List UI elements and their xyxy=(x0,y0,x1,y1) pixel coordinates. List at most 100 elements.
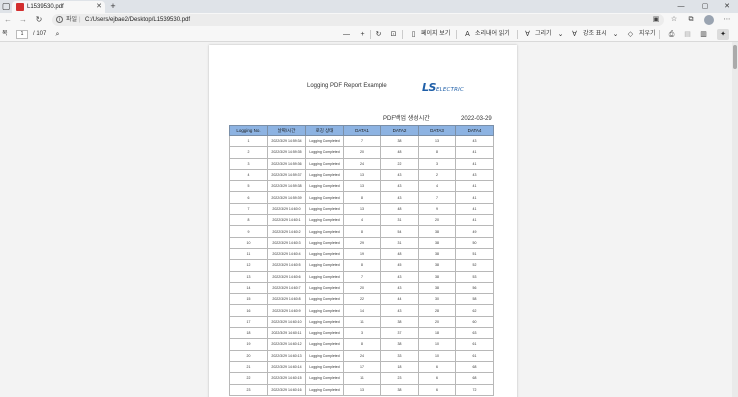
zoom-in-button[interactable]: + xyxy=(357,29,368,40)
read-aloud-icon[interactable]: A xyxy=(462,29,473,40)
cell-data3: 20 xyxy=(418,214,456,227)
cell-data4: 68 xyxy=(455,372,494,385)
read-aloud-button[interactable]: 소리내어 읽기 xyxy=(475,27,510,42)
cell-data1: 4 xyxy=(343,214,381,227)
read-view-icon[interactable]: ▣ xyxy=(650,14,662,26)
cell-data3: 9 xyxy=(418,202,456,216)
collections-icon[interactable]: ⧉ xyxy=(685,14,697,26)
cell-datetime: 2022/3/29 14:59:37 xyxy=(267,168,306,182)
scrollbar-thumb[interactable] xyxy=(733,45,737,69)
cell-data3: 18 xyxy=(418,327,456,340)
cell-status: Logging Completed xyxy=(305,304,344,317)
cell-data3: 38 xyxy=(418,281,456,295)
refresh-button[interactable]: ↻ xyxy=(33,14,45,26)
cell-data4: 56 xyxy=(455,281,494,295)
cell-data4: 52 xyxy=(455,259,494,272)
cell-data2: 33 xyxy=(380,349,419,362)
cell-datetime: 2022/3/29 14:60:9 xyxy=(267,304,306,317)
cell-data1: 24 xyxy=(343,349,381,362)
pin-toolbar-icon[interactable]: ✦ xyxy=(717,29,729,40)
url-text[interactable]: C:/Users/ejbae2/Desktop/L1539530.pdf xyxy=(85,14,190,26)
cell-data1: 8 xyxy=(343,225,381,238)
pdf-file-icon xyxy=(16,3,24,11)
cell-data4: 62 xyxy=(455,304,494,317)
address-bar[interactable]: i 파일 | C:/Users/ejbae2/Desktop/L1539530.… xyxy=(52,14,664,26)
table-row: 20 2022/3/29 14:60:13 Logging Completed 24 3… xyxy=(229,349,494,362)
page-total: / 107 xyxy=(33,31,47,37)
header-data2: DATA2 xyxy=(380,125,419,136)
address-separator: | xyxy=(79,17,81,23)
erase-button[interactable]: 지우기 xyxy=(639,27,656,42)
chevron-down-icon[interactable]: ⌄ xyxy=(610,29,621,40)
report-title: Logging PDF Report Example xyxy=(307,83,387,89)
cell-data4: 41 xyxy=(455,214,494,227)
cell-data3: 3 xyxy=(418,157,456,170)
highlight-button[interactable]: 강조 표시 xyxy=(583,27,607,42)
rotate-icon[interactable]: ↻ xyxy=(373,29,384,40)
close-window-button[interactable]: ✕ xyxy=(716,0,738,13)
vertical-scrollbar[interactable] xyxy=(732,42,738,397)
cell-data1: 19 xyxy=(343,247,381,261)
cell-datetime: 2022/3/29 14:60:8 xyxy=(267,293,306,306)
cell-logging-no: 10 xyxy=(229,236,268,249)
cell-logging-no: 4 xyxy=(229,168,268,182)
fit-page-icon[interactable]: ⊡ xyxy=(388,29,399,40)
more-menu-icon[interactable]: ⋯ xyxy=(721,14,733,26)
table-of-contents-button[interactable]: 목 xyxy=(2,27,8,42)
favorites-star-icon[interactable]: ☆ xyxy=(668,14,680,26)
page-view-icon[interactable]: ▯ xyxy=(408,29,419,40)
cell-status: Logging Completed xyxy=(305,372,344,385)
draw-button[interactable]: 그리기 xyxy=(535,27,552,42)
cell-datetime: 2022/3/29 14:60:7 xyxy=(267,281,306,295)
cell-data3: 8 xyxy=(418,146,456,159)
cell-data4: 41 xyxy=(455,191,494,204)
cell-status: Logging Completed xyxy=(305,247,344,261)
close-tab-icon[interactable]: ✕ xyxy=(96,2,102,12)
window-menu-icon[interactable]: ▢ xyxy=(1,1,11,11)
save-as-icon[interactable]: ▥ xyxy=(698,29,709,40)
cell-data1: 17 xyxy=(343,360,381,374)
pdf-viewer[interactable]: Logging PDF Report Example LSELECTRIC PD… xyxy=(0,42,738,397)
profile-avatar[interactable] xyxy=(704,15,714,25)
cell-data3: 13 xyxy=(418,134,456,148)
cell-data2: 43 xyxy=(380,168,419,182)
new-tab-button[interactable]: + xyxy=(108,1,118,12)
address-bar-row: ← → ↻ i 파일 | C:/Users/ejbae2/Desktop/L15… xyxy=(0,13,738,27)
tab-active[interactable]: L1539530.pdf ✕ xyxy=(12,1,105,13)
cell-data1: 13 xyxy=(343,168,381,182)
maximize-button[interactable]: ▢ xyxy=(694,0,716,13)
cell-datetime: 2022/3/29 14:60:1 xyxy=(267,214,306,227)
cell-datetime: 2022/3/29 14:59:35 xyxy=(267,146,306,159)
cell-data3: 6 xyxy=(418,383,456,396)
draw-icon[interactable]: ∀ xyxy=(522,29,533,40)
header-data1: DATA1 xyxy=(343,125,381,136)
cell-datetime: 2022/3/29 14:59:36 xyxy=(267,157,306,170)
back-button[interactable]: ← xyxy=(2,14,14,26)
search-icon[interactable]: ⌕ xyxy=(52,29,63,40)
table-row: 16 2022/3/29 14:60:9 Logging Completed 14 43… xyxy=(229,304,494,317)
minimize-button[interactable]: — xyxy=(670,0,692,13)
eraser-icon[interactable]: ◇ xyxy=(625,29,636,40)
page-number-input[interactable]: 1 xyxy=(16,30,28,39)
chevron-down-icon[interactable]: ⌄ xyxy=(555,29,566,40)
cell-data1: 13 xyxy=(343,202,381,216)
print-icon[interactable]: ⎙ xyxy=(666,29,677,40)
cell-data2: 18 xyxy=(380,360,419,374)
cell-datetime: 2022/3/29 14:60:10 xyxy=(267,315,306,329)
cell-data3: 38 xyxy=(418,247,456,261)
cell-datetime: 2022/3/29 14:60:16 xyxy=(267,383,306,396)
cell-datetime: 2022/3/29 14:60:13 xyxy=(267,349,306,362)
page-view-button[interactable]: 페이지 보기 xyxy=(421,27,450,42)
highlight-icon[interactable]: ∀ xyxy=(569,29,580,40)
cell-data4: 43 xyxy=(455,134,494,148)
cell-data1: 8 xyxy=(343,259,381,272)
cell-logging-no: 14 xyxy=(229,281,268,295)
save-icon[interactable]: ▤ xyxy=(682,29,693,40)
logging-table: Logging No. 날짜/시간 로깅 상태 DATA1 DATA2 DATA… xyxy=(229,125,494,396)
cell-data2: 43 xyxy=(380,304,419,317)
forward-button[interactable]: → xyxy=(17,14,29,26)
info-icon[interactable]: i xyxy=(56,16,63,23)
cell-status: Logging Completed xyxy=(305,202,344,216)
cell-logging-no: 12 xyxy=(229,259,268,272)
zoom-out-button[interactable]: — xyxy=(341,29,352,40)
